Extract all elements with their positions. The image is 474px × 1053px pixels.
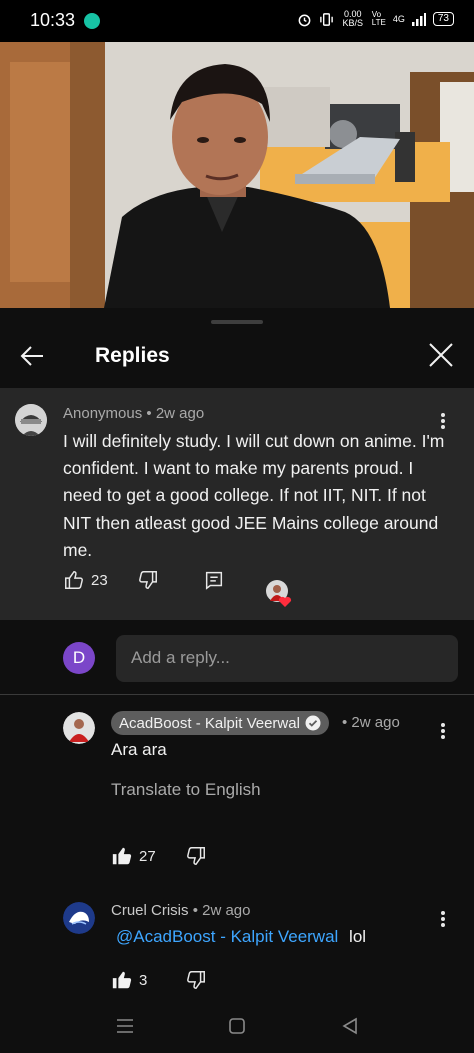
app-notification-icon xyxy=(84,13,100,29)
net-speed: 0.00 KB/S xyxy=(342,9,364,28)
comment-icon xyxy=(205,571,223,590)
parent-like-button[interactable]: 23 xyxy=(63,569,108,591)
acadboost-avatar[interactable] xyxy=(63,712,95,744)
anonymous-avatar[interactable] xyxy=(15,404,47,436)
home-icon[interactable] xyxy=(225,1014,249,1038)
reply-dislike-button[interactable] xyxy=(185,845,207,867)
reply-age: 2w ago xyxy=(202,902,251,919)
replies-sheet: Replies Anonymous • 2w ago I will defini… xyxy=(0,308,474,1053)
volte-icon: Vo LTE xyxy=(371,10,386,27)
drag-handle[interactable] xyxy=(211,320,263,324)
user-avatar[interactable]: D xyxy=(63,642,95,674)
verified-check-icon xyxy=(305,715,321,731)
reply-like-count: 3 xyxy=(139,971,148,989)
add-reply-row: D Add a reply... xyxy=(0,620,474,695)
parent-author[interactable]: Anonymous xyxy=(63,405,142,422)
parent-comment: Anonymous • 2w ago I will definitely stu… xyxy=(0,388,474,620)
parent-age: 2w ago xyxy=(155,405,205,422)
reply-author: AcadBoost - Kalpit Veerwal xyxy=(119,714,300,732)
back-arrow-icon[interactable] xyxy=(18,342,46,370)
meta-separator: • xyxy=(192,902,203,919)
reply-more-options-icon[interactable] xyxy=(436,720,450,742)
reply-more-options-icon[interactable] xyxy=(436,908,450,930)
mention-link[interactable]: @AcadBoost - Kalpit Veerwal xyxy=(116,927,338,946)
creator-heart-icon xyxy=(265,579,292,607)
system-nav-bar xyxy=(0,1000,474,1053)
cruel-crisis-avatar[interactable] xyxy=(63,902,95,934)
video-player[interactable] xyxy=(0,42,474,308)
status-icons: 0.00 KB/S Vo LTE 4G 73 xyxy=(297,10,454,28)
battery-indicator: 73 xyxy=(432,12,454,26)
parent-comment-text: I will definitely study. I will cut down… xyxy=(63,431,445,560)
reply-age-row: • 2w ago xyxy=(342,714,400,731)
parent-reply-button[interactable] xyxy=(203,569,225,591)
thumbs-down-outline-icon xyxy=(139,571,157,589)
parent-comment-meta: Anonymous • 2w ago xyxy=(63,405,204,422)
parent-dislike-button[interactable] xyxy=(137,569,159,591)
creator-author-chip[interactable]: AcadBoost - Kalpit Veerwal xyxy=(111,711,329,735)
thumbs-up-outline-icon xyxy=(65,571,83,589)
alarm-icon xyxy=(298,14,311,26)
thumbs-down-outline-icon xyxy=(187,847,205,865)
reply-like-button[interactable]: 27 xyxy=(111,845,156,867)
reply-input[interactable]: Add a reply... xyxy=(116,635,458,682)
parent-like-count: 23 xyxy=(91,571,108,589)
vibrate-icon xyxy=(319,12,333,26)
back-triangle-icon[interactable] xyxy=(338,1014,362,1038)
network-type: 4G xyxy=(392,14,405,24)
reply-like-button[interactable]: 3 xyxy=(111,969,147,991)
meta-separator: • xyxy=(146,405,156,422)
reply-text-row: @AcadBoost - Kalpit Veerwal lol xyxy=(116,927,366,947)
reply-author[interactable]: Cruel Crisis xyxy=(111,902,189,919)
reply-text: lol xyxy=(349,927,367,946)
reply-meta: Cruel Crisis • 2w ago xyxy=(111,902,250,919)
thumbs-up-filled-icon xyxy=(112,971,132,989)
menu-icon[interactable] xyxy=(113,1014,137,1038)
signal-icon xyxy=(411,12,426,26)
reply-like-count: 27 xyxy=(139,847,156,865)
thumbs-down-outline-icon xyxy=(187,971,205,989)
thumbs-up-filled-icon xyxy=(112,847,132,865)
status-time: 10:33 xyxy=(30,10,76,30)
reply-age: 2w ago xyxy=(351,714,400,731)
meta-separator: • xyxy=(342,714,352,731)
reply-dislike-button[interactable] xyxy=(185,969,207,991)
reply-text: Ara ara xyxy=(111,740,167,759)
sheet-title: Replies xyxy=(95,344,170,367)
translate-link[interactable]: Translate to English xyxy=(111,780,261,800)
status-bar: 10:33 0.00 KB/S Vo LTE 4G 73 xyxy=(0,0,474,42)
close-icon[interactable] xyxy=(428,342,454,368)
video-frame xyxy=(0,42,474,308)
